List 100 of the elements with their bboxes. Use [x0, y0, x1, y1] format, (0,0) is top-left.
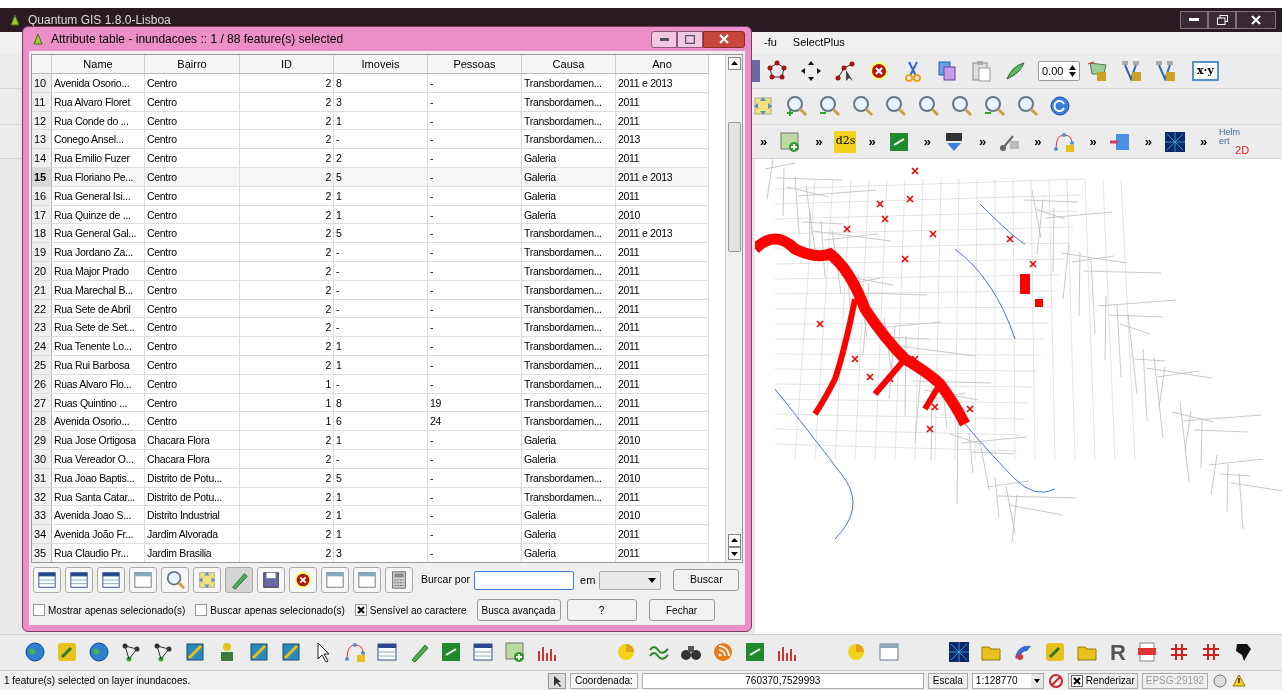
app-logo-icon [8, 12, 22, 27]
map-drawing[interactable] [755, 158, 1282, 543]
refresh-icon[interactable] [1049, 94, 1073, 119]
checkbox[interactable] [354, 604, 367, 616]
table-cell: 2011 e 2013 [616, 168, 709, 186]
curve-icon[interactable] [344, 640, 368, 665]
table-cell: Rua Marechal B... [52, 280, 145, 299]
helmert-2d-icon[interactable]: 2D [1235, 146, 1250, 156]
scrollbar[interactable] [725, 55, 742, 562]
table-cell: - [428, 506, 522, 525]
row-number[interactable]: 18 [32, 224, 52, 243]
magnifier-icon[interactable] [884, 94, 908, 119]
row-number[interactable]: 10 [32, 74, 52, 92]
table-cell: - [428, 205, 522, 224]
magnifier-icon[interactable] [917, 94, 941, 119]
column-header[interactable]: Name [52, 55, 145, 73]
xy-icon[interactable]: x·y [1192, 60, 1219, 82]
overflow-chevron[interactable]: » [807, 131, 831, 152]
no-entry-icon[interactable] [1047, 672, 1064, 689]
table-cell: 2 [240, 205, 334, 224]
zoom-out-icon[interactable] [983, 94, 1007, 119]
table-cell: 2 [240, 186, 334, 205]
warning-icon[interactable] [1232, 673, 1247, 688]
field-combo[interactable] [599, 570, 662, 590]
table-cell: - [428, 487, 522, 506]
menu-item[interactable]: SelectPlus [790, 34, 847, 51]
column-header[interactable]: Pessoas [428, 55, 522, 73]
overflow-chevron[interactable]: » [752, 131, 776, 152]
row-number[interactable]: 14 [32, 149, 52, 167]
overflow-chevron[interactable]: » [860, 131, 884, 152]
minimize-button[interactable] [1180, 10, 1208, 29]
table-cell: 1 [334, 487, 428, 506]
search-label: Burcar por [421, 572, 471, 588]
column-header[interactable]: Imoveis [334, 55, 428, 73]
table-cell: Rua Major Prado [52, 261, 145, 280]
overflow-chevron[interactable]: » [1081, 131, 1105, 152]
render-checkbox[interactable] [1070, 674, 1083, 687]
tool-button[interactable] [97, 567, 125, 593]
checkbox[interactable] [195, 604, 208, 616]
overflow-chevron[interactable]: » [1026, 131, 1050, 152]
table-cell: Galeria [522, 431, 616, 449]
scrollbar-thumb[interactable] [727, 122, 741, 252]
overflow-chevron[interactable]: » [1191, 131, 1216, 152]
close-button[interactable] [703, 30, 745, 48]
spin-arrows-icon[interactable] [1068, 63, 1077, 80]
magnifier-icon[interactable] [851, 94, 875, 119]
row-number[interactable]: 23 [32, 318, 52, 337]
tool-button[interactable] [289, 567, 317, 593]
column-header[interactable]: Bairro [145, 55, 240, 73]
coordinate-field[interactable]: 760370,7529993 [641, 672, 924, 689]
overflow-chevron[interactable]: » [970, 131, 995, 152]
row-number[interactable]: 13 [32, 130, 52, 149]
tool-button[interactable] [385, 567, 413, 593]
zoom-out-icon[interactable] [818, 94, 842, 119]
table-cell: Rua Sete de Set... [52, 318, 145, 337]
minimize-icon [1189, 18, 1199, 22]
number-spinbox[interactable]: 0.00 [1038, 61, 1080, 82]
row-number[interactable]: 34 [32, 525, 52, 543]
search-button[interactable]: Buscar [673, 569, 740, 591]
menu-item[interactable]: -fu [762, 34, 779, 51]
tool-button[interactable] [257, 567, 285, 593]
table-cell: 1 [334, 337, 428, 355]
maximize-button[interactable] [677, 30, 703, 48]
overflow-chevron[interactable]: » [915, 131, 939, 152]
tool-button[interactable] [161, 567, 189, 593]
row-number[interactable]: 29 [32, 431, 52, 449]
tool-button[interactable] [65, 567, 93, 593]
overflow-chevron[interactable]: » [1136, 131, 1160, 152]
table-cell: Rua Sete de Abril [52, 299, 145, 318]
magnifier-icon[interactable] [950, 94, 974, 119]
row-number[interactable]: 24 [32, 337, 52, 355]
zoom-in-icon[interactable] [785, 94, 809, 119]
close-button[interactable] [1236, 10, 1276, 29]
scale-combo[interactable]: 1:128770 [971, 672, 1044, 689]
row-number[interactable]: 19 [32, 243, 52, 261]
column-header[interactable]: ID [240, 55, 334, 73]
helmert-icon[interactable]: Helm ert [1219, 128, 1250, 147]
column-header[interactable]: Ano [616, 55, 709, 73]
search-field[interactable] [474, 570, 575, 590]
table-cell: - [428, 525, 522, 543]
tool-button[interactable] [33, 567, 61, 593]
checkbox[interactable] [33, 604, 45, 616]
table-cell: 2011 e 2013 [616, 224, 709, 243]
dialog-button[interactable]: ? [566, 599, 637, 621]
r-icon[interactable]: R [1108, 636, 1128, 670]
dialog-button[interactable]: Fechar [648, 599, 715, 621]
magnifier-icon[interactable] [1016, 94, 1040, 119]
dialog-button[interactable]: Busca avançada [476, 599, 561, 621]
table-cell: - [428, 243, 522, 261]
table-cell: Centro [145, 92, 240, 111]
table-cell: Transbordamen... [522, 111, 616, 130]
table-cell: 1 [334, 355, 428, 374]
restore-button[interactable] [1208, 10, 1236, 29]
pointer-icon[interactable] [548, 672, 566, 689]
column-header[interactable]: Causa [522, 55, 616, 73]
table-cell: Centro [145, 337, 240, 355]
row-number[interactable]: 28 [32, 412, 52, 431]
d2s-icon[interactable]: d2s [834, 130, 857, 153]
row-number[interactable]: 33 [32, 506, 52, 525]
table-cell: 2010 [616, 431, 709, 449]
